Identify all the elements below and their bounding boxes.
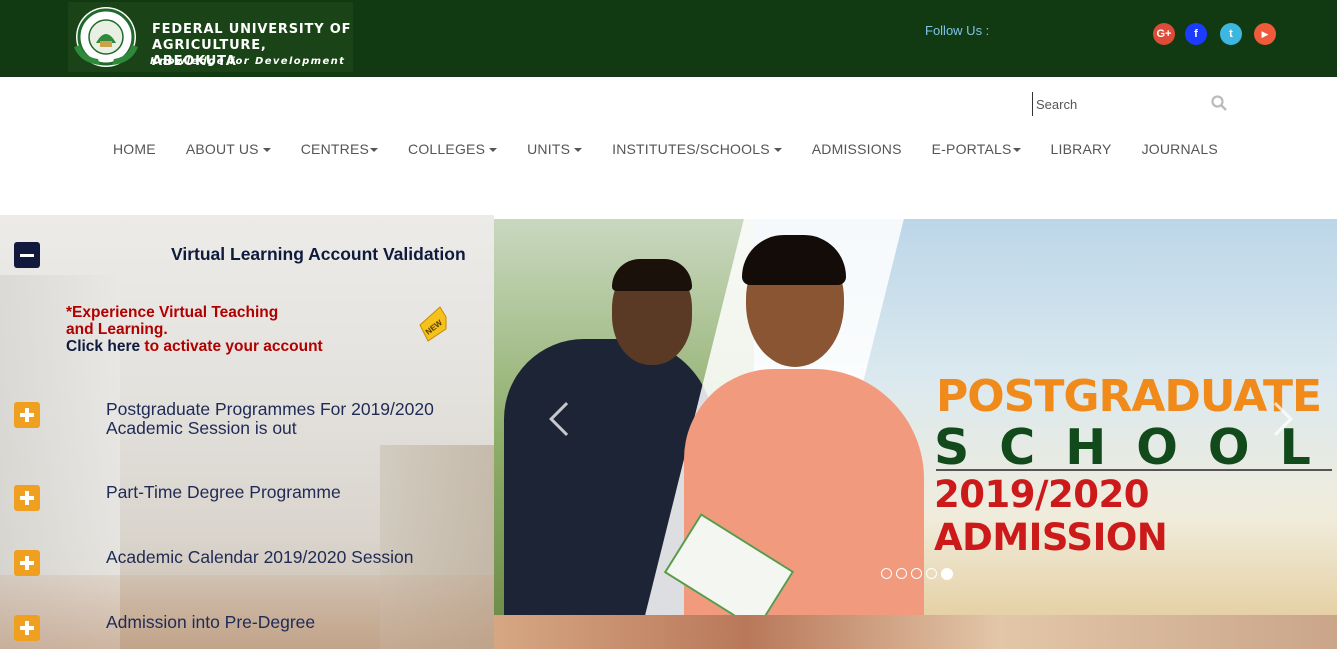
nav-item-e-portals[interactable]: E-PORTALS	[917, 141, 1036, 157]
search-input[interactable]	[1033, 92, 1203, 116]
nav-label: UNITS	[527, 141, 571, 157]
announcements-panel: Virtual Learning Account Validation *Exp…	[0, 215, 494, 649]
collapse-minus-icon[interactable]	[14, 242, 40, 268]
nav-item-centres[interactable]: CENTRES	[286, 141, 393, 157]
nav-label: CENTRES	[300, 141, 370, 157]
accordion-item-label: Postgraduate Programmes For 2019/2020	[106, 399, 434, 419]
accordion-item[interactable]: Academic Calendar 2019/2020 Session	[106, 548, 413, 567]
nav-label: ADMISSIONS	[811, 141, 902, 157]
slide-heading-admission: 2019/2020 ADMISSION	[934, 473, 1168, 559]
nav-item-about-us[interactable]: ABOUT US	[171, 141, 286, 157]
accordion-item[interactable]: Part-Time Degree Programme	[106, 483, 341, 502]
top-header-bar: FEDERAL UNIVERSITY OF AGRICULTURE, ABEOK…	[0, 0, 1337, 77]
student-photo-male-hair	[612, 259, 692, 291]
nav-label: JOURNALS	[1141, 141, 1218, 157]
carousel-indicators	[881, 568, 953, 580]
activate-account-link[interactable]: Click here	[66, 338, 140, 355]
caret-down-icon	[574, 148, 583, 153]
nav-label: INSTITUTES/SCHOOLS	[612, 141, 770, 157]
caret-down-icon	[1012, 148, 1021, 153]
carousel-dot[interactable]	[911, 568, 922, 579]
university-seal-icon	[74, 7, 138, 67]
caret-down-icon	[773, 148, 782, 153]
nav-item-journals[interactable]: JOURNALS	[1127, 141, 1233, 157]
nav-label: HOME	[113, 141, 156, 157]
nav-label: LIBRARY	[1050, 141, 1112, 157]
below-carousel-image	[494, 615, 1337, 649]
caret-down-icon	[370, 148, 379, 153]
carousel-dot-active[interactable]	[941, 568, 953, 580]
virtual-learning-notice: *Experience Virtual Teaching and Learnin…	[66, 304, 323, 355]
nav-item-library[interactable]: LIBRARY	[1036, 141, 1127, 157]
google-plus-icon[interactable]: G+	[1153, 23, 1175, 45]
accordion-item-label: Admission into Pre-Degree	[106, 612, 316, 632]
accordion-item-label-line2: Academic Session is out	[106, 418, 297, 438]
notice-link-suffix: to activate your account	[140, 338, 323, 355]
nav-item-units[interactable]: UNITS	[512, 141, 597, 157]
main-navigation: HOME ABOUT US CENTRES COLLEGES UNITS INS…	[98, 141, 1233, 157]
facebook-icon[interactable]: f	[1185, 23, 1207, 45]
new-badge-icon: NEW	[419, 306, 447, 342]
nav-item-colleges[interactable]: COLLEGES	[393, 141, 512, 157]
nav-label: E-PORTALS	[931, 141, 1012, 157]
nav-label: COLLEGES	[408, 141, 486, 157]
accordion-item-label: Academic Calendar 2019/2020 Session	[106, 547, 414, 567]
follow-us-label: Follow Us :	[925, 23, 990, 38]
expand-plus-icon[interactable]	[14, 550, 40, 576]
notice-line2: and Learning.	[66, 321, 168, 338]
carousel-dot[interactable]	[881, 568, 892, 579]
logo-title-line1: FEDERAL UNIVERSITY OF	[152, 22, 352, 37]
accordion-item[interactable]: Admission into Pre-Degree	[106, 613, 315, 632]
youtube-icon[interactable]: ▶	[1254, 23, 1276, 45]
search-icon[interactable]	[1211, 95, 1227, 111]
nav-item-institutes-schools[interactable]: INSTITUTES/SCHOOLS	[597, 141, 797, 157]
expand-plus-icon[interactable]	[14, 402, 40, 428]
expand-plus-icon[interactable]	[14, 615, 40, 641]
slide-divider-line	[936, 469, 1332, 471]
nav-item-home[interactable]: HOME	[98, 141, 171, 157]
logo-motto: Knowledge for Development	[150, 56, 346, 67]
twitter-icon[interactable]: t	[1220, 23, 1242, 45]
carousel-dot[interactable]	[926, 568, 937, 579]
search-form	[1032, 92, 1232, 116]
accordion-item[interactable]: Postgraduate Programmes For 2019/2020 Ac…	[106, 400, 434, 438]
nav-item-admissions[interactable]: ADMISSIONS	[797, 141, 917, 157]
expand-plus-icon[interactable]	[14, 485, 40, 511]
carousel-dot[interactable]	[896, 568, 907, 579]
caret-down-icon	[489, 148, 498, 153]
university-logo[interactable]: FEDERAL UNIVERSITY OF AGRICULTURE, ABEOK…	[68, 2, 353, 72]
caret-down-icon	[262, 148, 271, 153]
nav-label: ABOUT US	[185, 141, 259, 157]
hero-carousel[interactable]: POSTGRADUATE SCHOOL 2019/2020 ADMISSION	[494, 219, 1337, 615]
accordion-item-label: Part-Time Degree Programme	[106, 482, 341, 502]
accordion-open-title[interactable]: Virtual Learning Account Validation	[171, 244, 466, 265]
notice-line1: *Experience Virtual Teaching	[66, 304, 279, 321]
